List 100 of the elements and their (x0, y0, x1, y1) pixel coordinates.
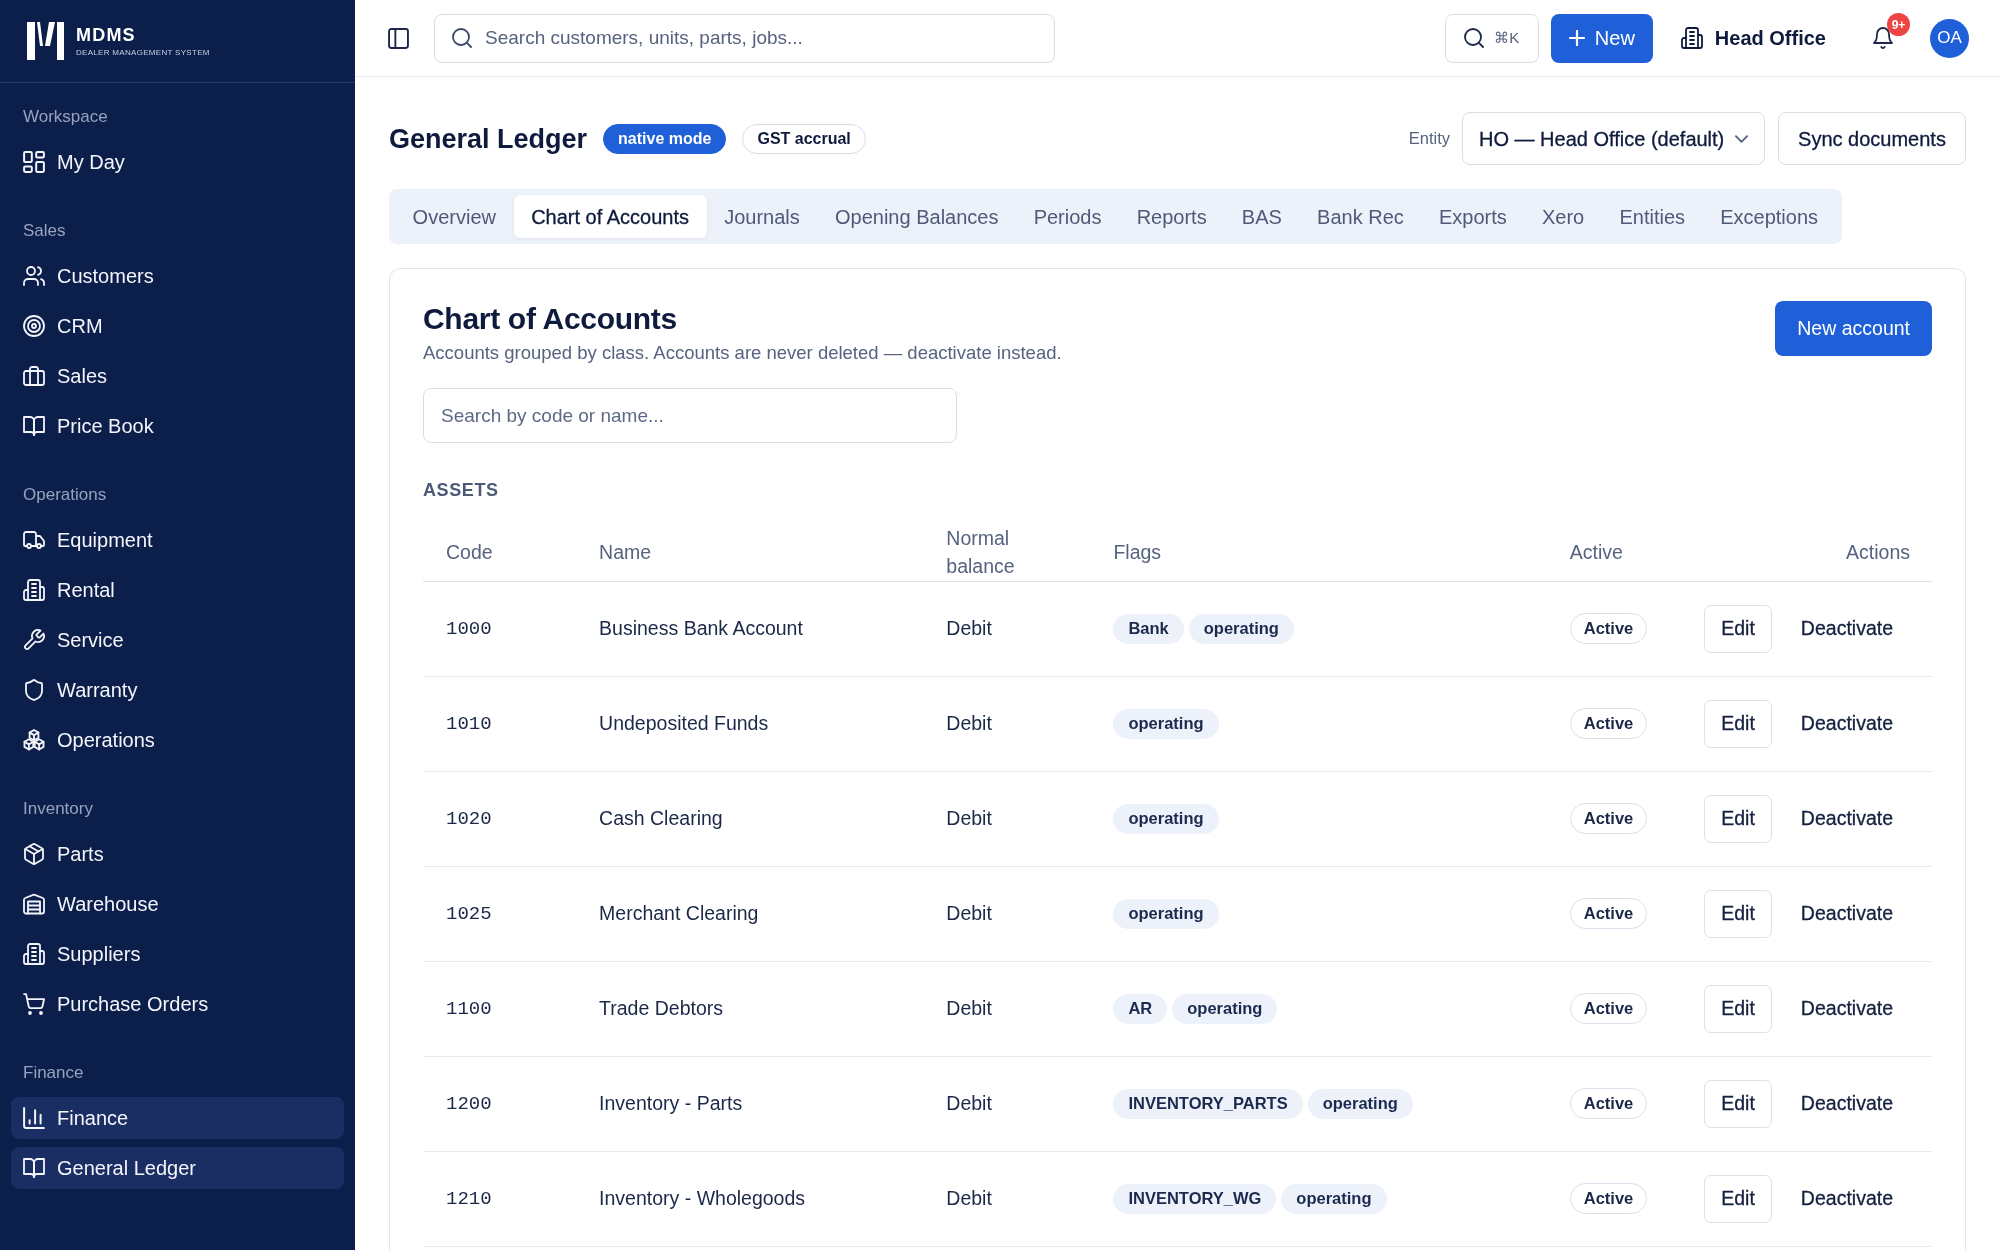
normal-balance: Debit (946, 901, 992, 924)
row-action-button[interactable]: Deactivate (1783, 1174, 1910, 1223)
tab[interactable]: BAS (1224, 195, 1300, 238)
row-action-button[interactable]: Edit (1704, 794, 1772, 843)
plus-icon (1568, 30, 1585, 46)
section-label: Sales (23, 220, 66, 242)
sidebar-item[interactable]: Service (11, 619, 344, 661)
row-action-button[interactable]: Edit (1704, 1079, 1772, 1128)
sync-button[interactable]: Sync documents (1778, 112, 1966, 165)
column-header: Active (1569, 540, 1623, 563)
sidebar-item[interactable]: Customers (11, 255, 344, 297)
account-code: 1200 (446, 1093, 492, 1116)
account-code: 1025 (446, 903, 492, 926)
column-header: Code (446, 540, 493, 563)
sidebar-item[interactable]: Warranty (11, 669, 344, 711)
brand-name: MDMS (76, 25, 136, 44)
warehouse-icon (23, 893, 45, 915)
row-action-button[interactable]: Deactivate (1783, 889, 1910, 938)
account-code: 1020 (446, 808, 492, 831)
status-badge: Active (1569, 1088, 1648, 1119)
row-action-button[interactable]: Deactivate (1783, 794, 1910, 843)
wrench-icon (23, 629, 45, 651)
row-action-button[interactable]: Edit (1704, 604, 1772, 653)
sidebar-item[interactable]: Price Book (11, 405, 344, 447)
sidebar-item[interactable]: CRM (11, 305, 344, 347)
column-header: Actions (1846, 540, 1910, 563)
command-search-button[interactable]: ⌘K (1444, 13, 1539, 63)
tab[interactable]: Chart of Accounts (513, 195, 707, 238)
section-title: Chart of Accounts (423, 301, 677, 337)
normal-balance: Debit (946, 1186, 992, 1209)
sidebar-item[interactable]: Warehouse (11, 883, 344, 925)
chevron-down-icon (1735, 134, 1748, 143)
flag-tag: Bank (1113, 613, 1184, 644)
target-icon (23, 315, 45, 337)
account-code: 1210 (446, 1188, 492, 1211)
tab[interactable]: Bank Rec (1299, 195, 1422, 238)
normal-balance: Debit (946, 711, 992, 734)
row-action-button[interactable]: Edit (1704, 699, 1772, 748)
tab[interactable]: Exceptions (1702, 195, 1836, 238)
sidebar-item[interactable]: My Day (11, 141, 344, 183)
group-heading: ASSETS (423, 479, 499, 502)
column-header: Normal balance (946, 525, 1016, 579)
row-action-button[interactable]: Deactivate (1783, 604, 1910, 653)
tab[interactable]: Overview (395, 195, 514, 238)
sidebar-item[interactable]: Purchase Orders (11, 983, 344, 1025)
status-badge: Active (1569, 803, 1648, 834)
tab[interactable]: Entities (1601, 195, 1703, 238)
shield-icon (23, 679, 45, 701)
flag-tag: operating (1281, 1183, 1387, 1214)
brand-tagline: DEALER MANAGEMENT SYSTEM (76, 47, 210, 57)
normal-balance: Debit (946, 616, 992, 639)
user-avatar[interactable]: OA (1930, 18, 1969, 58)
sidebar-item[interactable]: Equipment (11, 519, 344, 561)
flag-tag: operating (1188, 613, 1294, 644)
sidebar-item[interactable]: Finance (11, 1097, 344, 1139)
dashboard-icon (23, 151, 45, 173)
notifications-bell-icon[interactable] (1872, 27, 1894, 49)
sidebar-item[interactable]: Operations (11, 719, 344, 761)
row-action-button[interactable]: Edit (1704, 984, 1772, 1033)
cart-icon (23, 993, 45, 1015)
new-button[interactable]: New (1550, 13, 1653, 63)
tab[interactable]: Reports (1119, 195, 1225, 238)
row-action-button[interactable]: Edit (1704, 889, 1772, 938)
account-code: 1010 (446, 713, 492, 736)
status-badge: Active (1569, 993, 1648, 1024)
flag-tag: operating (1113, 898, 1219, 929)
tab[interactable]: Journals (706, 195, 818, 238)
section-label: Operations (23, 484, 107, 506)
search-field[interactable]: Search customers, units, parts, jobs... (434, 13, 1055, 63)
package-icon (23, 843, 45, 865)
account-name: Undeposited Funds (599, 711, 769, 734)
entity-select[interactable]: HO — Head Office (default) (1462, 112, 1765, 165)
sidebar-item[interactable]: Rental (11, 569, 344, 611)
tab[interactable]: Exports (1421, 195, 1525, 238)
account-name: Trade Debtors (599, 996, 723, 1019)
flag-tag: operating (1172, 993, 1278, 1024)
flag-tag: operating (1113, 803, 1219, 834)
sidebar-item[interactable]: Parts (11, 833, 344, 875)
book-icon (23, 415, 45, 437)
account-name: Merchant Clearing (599, 901, 759, 924)
search-field[interactable]: Search by code or name... (423, 388, 957, 443)
tab[interactable]: Opening Balances (817, 195, 1017, 238)
logo-icon (27, 22, 64, 60)
panel-left-icon[interactable] (388, 27, 409, 49)
users-icon (23, 265, 45, 287)
sidebar-item[interactable]: Sales (11, 355, 344, 397)
sidebar-item[interactable]: Suppliers (11, 933, 344, 975)
sidebar-item[interactable]: General Ledger (11, 1147, 344, 1189)
truck-icon (23, 529, 45, 551)
tab[interactable]: Periods (1016, 195, 1120, 238)
row-action-button[interactable]: Deactivate (1783, 984, 1910, 1033)
flag-tag: INVENTORY_WG (1113, 1183, 1277, 1214)
location-button[interactable]: Head Office (1674, 13, 1832, 63)
tab[interactable]: Xero (1524, 195, 1602, 238)
row-action-button[interactable]: Deactivate (1783, 1079, 1910, 1128)
new-account-button[interactable]: New account (1775, 301, 1932, 356)
row-action-button[interactable]: Deactivate (1783, 699, 1910, 748)
page-badge: native mode (603, 123, 727, 154)
search-icon (452, 28, 472, 48)
row-action-button[interactable]: Edit (1704, 1174, 1772, 1223)
